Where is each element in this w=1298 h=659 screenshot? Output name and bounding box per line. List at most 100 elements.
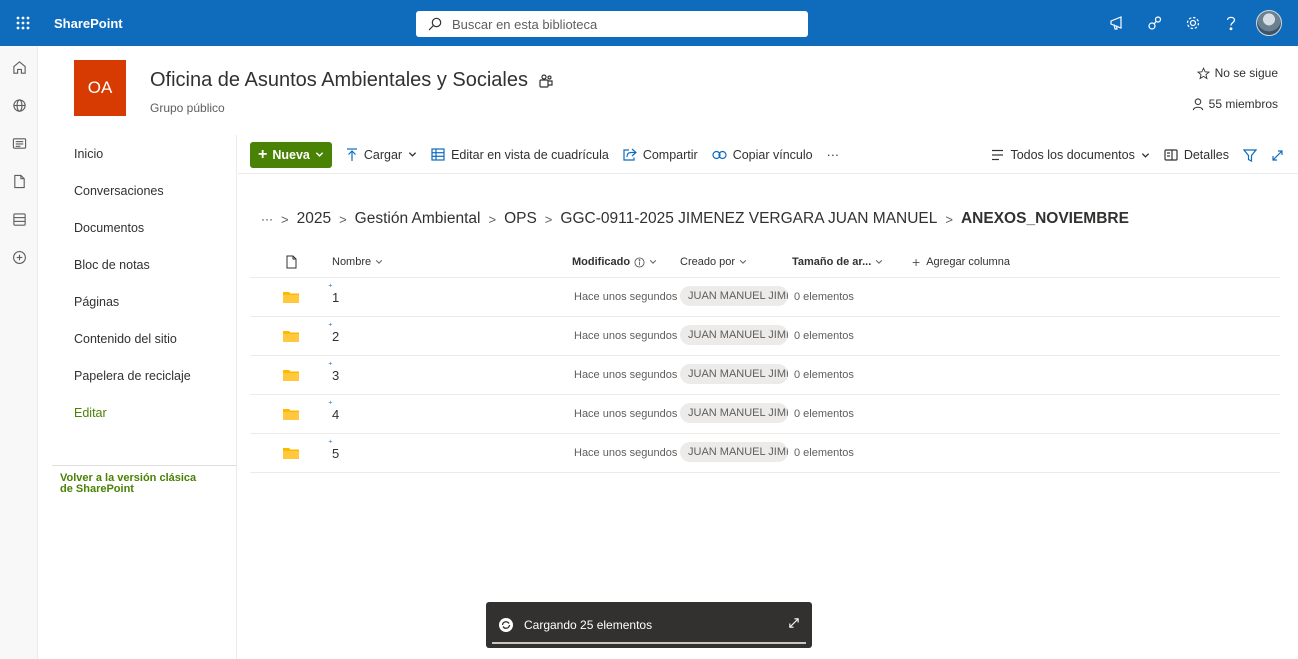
view-selector[interactable]: Todos los documentos <box>991 148 1149 162</box>
nav-divider <box>52 465 237 466</box>
copy-link-button[interactable]: Copiar vínculo <box>712 148 813 162</box>
folder-name[interactable]: ⁺ 1 <box>328 282 572 305</box>
search-icon <box>428 17 442 31</box>
column-size[interactable]: Tamaño de ar... <box>792 256 912 268</box>
chevron-right-icon: > <box>544 211 553 227</box>
news-icon[interactable] <box>0 124 38 162</box>
globe-icon[interactable] <box>0 86 38 124</box>
folder-name[interactable]: ⁺ 4 <box>328 399 572 422</box>
modified-cell: Hace unos segundos <box>574 447 678 459</box>
copy-link-label: Copiar vínculo <box>732 147 813 162</box>
breadcrumb-item[interactable]: 2025 <box>297 210 331 228</box>
breadcrumb-item[interactable]: GGC-0911-2025 JIMENEZ VERGARA JUAN MANUE… <box>560 210 937 228</box>
nav-item-conversaciones[interactable]: Conversaciones <box>38 172 236 209</box>
created-by-pill[interactable]: JUAN MANUEL JIMENEZ <box>680 285 788 306</box>
share-button[interactable]: Compartir <box>623 148 698 162</box>
created-by-pill[interactable]: JUAN MANUEL JIMENEZ <box>680 441 788 462</box>
add-column-button[interactable]: + Agregar columna <box>912 254 1010 270</box>
upload-icon <box>346 147 357 161</box>
folder-icon <box>250 407 332 421</box>
column-created-by[interactable]: Creado por <box>680 256 792 268</box>
details-button[interactable]: Detalles <box>1164 148 1229 162</box>
chevron-right-icon: > <box>281 211 289 227</box>
follow-button[interactable]: No se sigue <box>1196 66 1278 80</box>
size-cell: 0 elementos <box>794 447 854 459</box>
search-box[interactable]: Buscar en esta biblioteca <box>416 11 808 37</box>
teams-icon[interactable] <box>538 73 554 89</box>
chevron-right-icon: > <box>488 211 497 227</box>
nav-item-documentos[interactable]: Documentos <box>38 209 236 246</box>
app-name[interactable]: SharePoint <box>54 16 123 31</box>
chevron-down-icon <box>315 152 324 157</box>
folder-name-text: 5 <box>332 445 340 461</box>
created-by-pill[interactable]: JUAN MANUEL JIMENEZ <box>680 324 788 345</box>
breadcrumb-item[interactable]: OPS <box>504 210 537 228</box>
toast-progress-bar <box>492 642 806 644</box>
settings-icon[interactable] <box>1174 0 1212 46</box>
nav-item-papelera[interactable]: Papelera de reciclaje <box>38 357 236 394</box>
list-row[interactable]: ⁺1 Hace unos segundos JUAN MANUEL JIMENE… <box>250 278 1280 317</box>
create-icon[interactable] <box>0 238 38 276</box>
nav-item-bloc-de-notas[interactable]: Bloc de notas <box>38 246 236 283</box>
info-icon[interactable] <box>634 256 645 268</box>
breadcrumb-item[interactable]: Gestión Ambiental <box>355 210 481 228</box>
members-button[interactable]: 55 miembros <box>1192 97 1278 111</box>
folder-name[interactable]: ⁺ 3 <box>328 360 572 383</box>
expand-icon[interactable] <box>788 617 800 629</box>
folder-name-text: 1 <box>332 289 340 305</box>
suite-bar: SharePoint Buscar en esta biblioteca <box>0 0 1298 46</box>
folder-icon <box>250 446 332 460</box>
nav-item-contenido-del-sitio[interactable]: Contenido del sitio <box>38 320 236 357</box>
grid-edit-label: Editar en vista de cuadrícula <box>451 147 609 162</box>
column-modified-label: Modificado <box>572 256 631 268</box>
members-label: 55 miembros <box>1208 97 1278 111</box>
column-modified[interactable]: Modificado <box>572 256 680 268</box>
list-row[interactable]: ⁺5 Hace unos segundos JUAN MANUEL JIMENE… <box>250 434 1280 473</box>
filter-icon[interactable] <box>1243 148 1257 162</box>
nav-item-paginas[interactable]: Páginas <box>38 283 236 320</box>
upload-toast: Cargando 25 elementos <box>486 602 812 648</box>
grid-edit-button[interactable]: Editar en vista de cuadrícula <box>431 148 609 162</box>
left-navigation: Inicio Conversaciones Documentos Bloc de… <box>38 135 237 659</box>
list-row[interactable]: ⁺2 Hace unos segundos JUAN MANUEL JIMENE… <box>250 317 1280 356</box>
network-icon[interactable] <box>1136 0 1174 46</box>
created-by-pill[interactable]: JUAN MANUEL JIMENEZ <box>680 363 788 384</box>
breadcrumb-ellipsis[interactable]: ··· <box>261 212 273 226</box>
new-item-icon: ⁺ <box>328 359 333 370</box>
new-item-icon: ⁺ <box>328 437 333 448</box>
folder-name-text: 2 <box>332 328 340 344</box>
file-icon[interactable] <box>0 162 38 200</box>
announcement-icon[interactable] <box>1098 0 1136 46</box>
upload-label: Cargar <box>363 147 403 162</box>
breadcrumb: ··· > 2025 > Gestión Ambiental > OPS > G… <box>261 210 1129 228</box>
site-logo[interactable]: OA <box>74 60 126 116</box>
breadcrumb-current: ANEXOS_NOVIEMBRE <box>960 210 1129 227</box>
list-row[interactable]: ⁺3 Hace unos segundos JUAN MANUEL JIMENE… <box>250 356 1280 395</box>
folder-name[interactable]: ⁺ 2 <box>328 321 572 344</box>
list-row[interactable]: ⁺4 Hace unos segundos JUAN MANUEL JIMENE… <box>250 395 1280 434</box>
more-commands-button[interactable]: ··· <box>827 148 840 162</box>
nav-edit-link[interactable]: Editar <box>38 394 236 431</box>
site-title-text[interactable]: Oficina de Asuntos Ambientales y Sociale… <box>150 69 528 92</box>
classic-view-link[interactable]: Volver a la versión clásica de SharePoin… <box>60 473 210 495</box>
chevron-down-icon <box>375 260 383 264</box>
folder-name[interactable]: ⁺ 5 <box>328 438 572 461</box>
file-type-column[interactable] <box>250 255 332 269</box>
chevron-down-icon <box>408 152 417 157</box>
nav-item-inicio[interactable]: Inicio <box>38 135 236 172</box>
lists-icon[interactable] <box>0 200 38 238</box>
upload-button[interactable]: Cargar <box>346 148 417 162</box>
new-button[interactable]: + Nueva <box>250 141 332 168</box>
modified-cell: Hace unos segundos <box>574 330 678 342</box>
user-avatar[interactable] <box>1250 0 1288 46</box>
app-rail <box>0 46 38 659</box>
follow-label: No se sigue <box>1214 66 1278 80</box>
expand-icon[interactable] <box>1271 149 1284 162</box>
folder-icon <box>250 290 332 304</box>
created-by-cell: JUAN MANUEL JIMENEZ <box>680 285 792 309</box>
app-launcher-icon[interactable] <box>0 0 46 46</box>
help-icon[interactable] <box>1212 0 1250 46</box>
home-icon[interactable] <box>0 48 38 86</box>
column-name[interactable]: Nombre <box>332 256 572 268</box>
created-by-pill[interactable]: JUAN MANUEL JIMENEZ <box>680 402 788 423</box>
